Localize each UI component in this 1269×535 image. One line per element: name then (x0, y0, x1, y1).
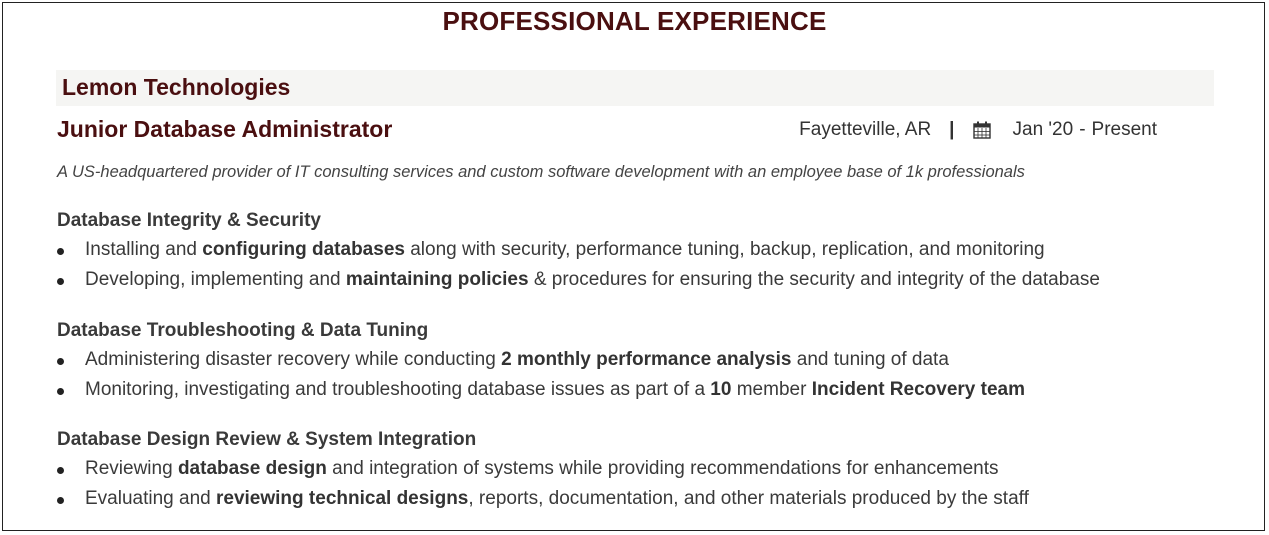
meta-separator: | (949, 119, 955, 140)
section-title: PROFESSIONAL EXPERIENCE (442, 6, 827, 36)
responsibility-group: Database Design Review & System Integrat… (57, 426, 1029, 514)
emphasis-text: 10 (710, 379, 732, 400)
bullet-list: Installing and configuring databases alo… (57, 235, 1100, 295)
item-text: Reviewing (85, 458, 178, 479)
item-text: & procedures for ensuring the security a… (528, 269, 1100, 290)
job-meta: Fayetteville, AR | Jan '20 - Present (799, 119, 1157, 141)
company-name: Lemon Technologies (62, 74, 291, 100)
location: Fayetteville, AR (799, 119, 932, 140)
group-title: Database Integrity & Security (57, 210, 321, 231)
bullet-icon (57, 467, 64, 474)
item-text: Evaluating and (85, 488, 216, 509)
item-text: and integration of systems while providi… (326, 458, 999, 479)
emphasis-text: configuring databases (202, 239, 405, 260)
calendar-icon (972, 121, 991, 139)
list-item: Reviewing database design and integratio… (57, 454, 1029, 484)
date-end: Present (1091, 119, 1157, 140)
item-text: Administering disaster recovery while co… (85, 349, 502, 370)
list-item: Developing, implementing and maintaining… (57, 265, 1100, 295)
item-text: and tuning of data (791, 349, 949, 370)
item-text: Monitoring, investigating and troublesho… (85, 379, 711, 400)
responsibility-group: Database Integrity & Security Installing… (57, 207, 1100, 295)
date-start: Jan '20 (1012, 119, 1074, 140)
emphasis-text: 2 monthly performance analysis (501, 349, 792, 370)
list-item: Evaluating and reviewing technical desig… (57, 484, 1029, 514)
bullet-icon (57, 248, 64, 255)
group-title: Database Design Review & System Integrat… (57, 429, 477, 450)
emphasis-text: maintaining policies (345, 269, 529, 290)
bullet-icon (57, 278, 64, 285)
emphasis-text: database design (177, 458, 327, 479)
bullet-icon (57, 388, 64, 395)
company-description: A US-headquartered provider of IT consul… (57, 163, 1025, 181)
item-text: Developing, implementing and (85, 269, 346, 290)
item-text: , reports, documentation, and other mate… (468, 488, 1029, 509)
bullet-icon (57, 358, 64, 365)
item-text: Installing and (85, 239, 203, 260)
item-text: along with security, performance tuning,… (404, 239, 1045, 260)
group-title: Database Troubleshooting & Data Tuning (57, 320, 429, 341)
date-dash: - (1079, 119, 1086, 140)
list-item: Monitoring, investigating and troublesho… (57, 375, 1025, 405)
bullet-list: Reviewing database design and integratio… (57, 454, 1029, 514)
emphasis-text: reviewing technical designs (216, 488, 469, 509)
list-item: Installing and configuring databases alo… (57, 235, 1100, 265)
job-title: Junior Database Administrator (57, 116, 393, 142)
emphasis-text: Incident Recovery team (811, 379, 1025, 400)
company-bar: Lemon Technologies (56, 70, 1214, 106)
item-text: member (731, 379, 812, 400)
responsibility-group: Database Troubleshooting & Data Tuning A… (57, 317, 1025, 405)
bullet-icon (57, 497, 64, 504)
list-item: Administering disaster recovery while co… (57, 345, 1025, 375)
bullet-list: Administering disaster recovery while co… (57, 345, 1025, 405)
